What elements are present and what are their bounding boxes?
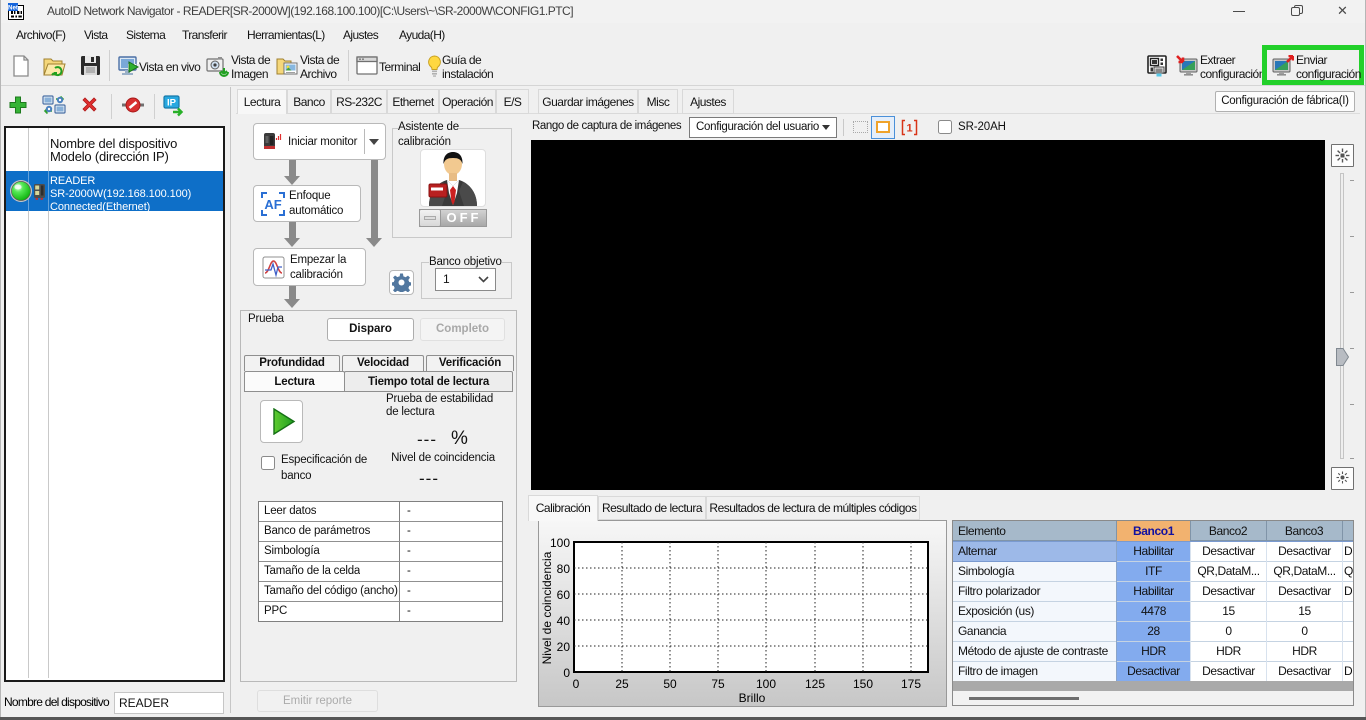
svg-text:125: 125 — [805, 677, 825, 691]
svg-text:100: 100 — [550, 536, 570, 550]
svg-text:75: 75 — [711, 677, 725, 691]
svg-text:50: 50 — [663, 677, 677, 691]
svg-text:Nivel de coincidencia: Nivel de coincidencia — [540, 551, 554, 664]
svg-text:0: 0 — [573, 677, 580, 691]
svg-text:150: 150 — [853, 677, 873, 691]
svg-text:25: 25 — [615, 677, 629, 691]
svg-text:Brillo: Brillo — [739, 691, 766, 705]
svg-text:100: 100 — [756, 677, 776, 691]
svg-text:80: 80 — [557, 562, 571, 576]
svg-text:40: 40 — [557, 614, 571, 628]
svg-text:175: 175 — [901, 677, 921, 691]
svg-text:Net: Net — [8, 4, 18, 11]
svg-text:60: 60 — [557, 588, 571, 602]
svg-text:IP: IP — [167, 98, 177, 109]
svg-text:AF: AF — [264, 197, 281, 212]
svg-text:0: 0 — [563, 666, 570, 680]
svg-text:1: 1 — [906, 123, 912, 135]
svg-text:20: 20 — [557, 640, 571, 654]
